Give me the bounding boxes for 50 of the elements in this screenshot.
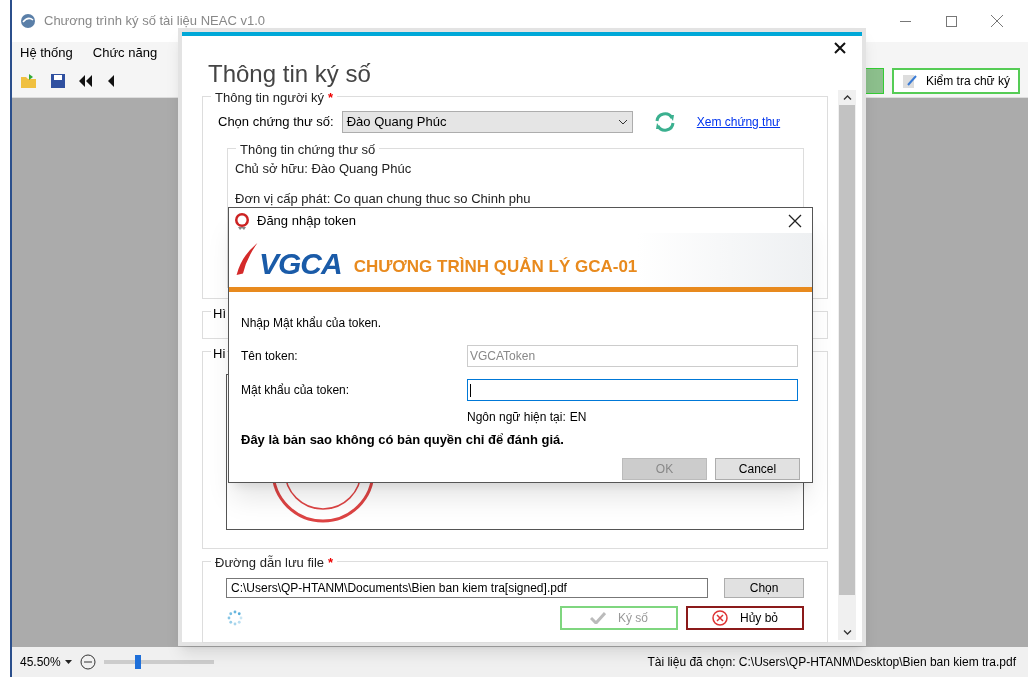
section-title: Thông tin người ký [215, 89, 324, 107]
field-label: Tên token: [241, 348, 299, 365]
open-folder-icon[interactable] [20, 72, 38, 89]
window-title: Chương trình ký số tài liệu NEAC v1.0 [44, 12, 265, 31]
banner-title: CHƯƠNG TRÌNH QUẢN LÝ GCA-01 [353, 255, 638, 278]
selected-file-text: Tài liệu đã chọn: C:\Users\QP-HTANM\Desktop\Bien ban kiem tra.pdf [647, 654, 1017, 671]
edit-document-icon [901, 72, 918, 89]
scroll-down-icon[interactable] [842, 630, 852, 635]
first-page-icon[interactable] [78, 73, 94, 88]
language-value: EN [569, 409, 587, 426]
cancel-circle-icon [712, 610, 728, 626]
cancel-button[interactable]: Cancel [715, 457, 800, 480]
menu-item[interactable]: Hệ thống [20, 43, 73, 63]
password-field[interactable] [467, 379, 798, 401]
close-icon[interactable] [788, 213, 802, 228]
seal-logo-icon [233, 211, 251, 230]
logo-text: VGCA [259, 249, 342, 279]
language-label: Ngôn ngữ hiện tại: [467, 409, 566, 426]
license-notice: Đây là bản sao không có bản quyền chỉ để đánh giá. [241, 431, 565, 449]
required-mark: * [328, 554, 334, 572]
menu-item[interactable]: Chức năng [92, 43, 158, 63]
zoom-slider-thumb[interactable] [134, 655, 141, 669]
certificate-info-text: Chủ sở hữu: Đào Quang Phúc [235, 160, 413, 178]
chevron-down-icon [617, 119, 628, 125]
close-icon[interactable] [834, 42, 846, 54]
previous-page-icon[interactable] [106, 73, 116, 88]
required-mark: * [328, 89, 334, 107]
section-title: Thông tin chứng thư số [240, 141, 376, 159]
dialog-title: Đăng nhập token [257, 211, 357, 230]
dialog-title: Thông tin ký số [208, 60, 371, 87]
save-path-field[interactable]: C:\Users\QP-HTANM\Documents\Bien ban kiem tra[signed].pdf [226, 578, 709, 598]
view-certificate-link[interactable]: Xem chứng thư [696, 113, 781, 131]
caret-icon [64, 660, 72, 664]
certificate-info-text: Đơn vị cấp phát: Co quan chung thuc so Chinh phu [235, 189, 532, 208]
instruction-text: Nhập Mật khẩu của token. [241, 315, 383, 332]
save-icon[interactable] [50, 72, 66, 89]
loading-spinner-icon [226, 609, 244, 627]
certificate-dropdown[interactable]: Đào Quang Phúc [341, 111, 633, 133]
zoom-dropdown[interactable]: 45.50% [20, 653, 72, 671]
browse-button[interactable]: Chọn [724, 578, 804, 598]
scroll-up-icon[interactable] [842, 95, 852, 100]
cancel-button[interactable]: Hủy bỏ [686, 606, 804, 630]
section-title: Đường dẫn lưu file [215, 554, 325, 572]
zoom-out-icon[interactable] [79, 654, 96, 670]
checkmark-icon [590, 612, 606, 624]
app-logo-icon [20, 13, 36, 29]
check-signature-button[interactable]: Kiểm tra chữ ký [891, 67, 1020, 94]
field-label: Mật khẩu của token: [241, 382, 351, 399]
field-label: Chọn chứng thư số: [218, 113, 334, 132]
scrollbar-thumb[interactable] [839, 105, 855, 595]
